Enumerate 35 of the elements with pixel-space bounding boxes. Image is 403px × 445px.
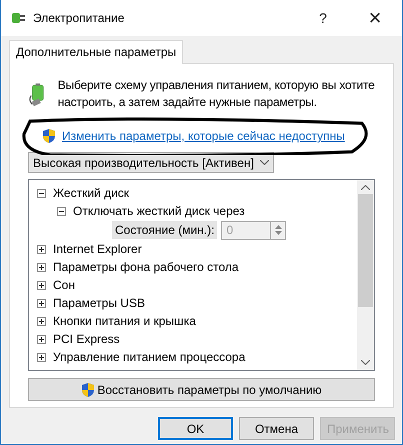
expand-icon[interactable] xyxy=(37,352,46,362)
expand-icon[interactable] xyxy=(37,298,46,308)
dialog-button[interactable]: OK xyxy=(158,417,233,440)
collapse-icon[interactable] xyxy=(57,206,66,216)
scrollbar[interactable] xyxy=(357,180,374,370)
tab[interactable]: Дополнительные параметры xyxy=(9,40,184,64)
power-plug-icon xyxy=(11,10,27,26)
expand-icon[interactable] xyxy=(37,316,46,326)
expand-icon[interactable] xyxy=(37,262,46,272)
tree-item[interactable]: Internet Explorer xyxy=(53,242,142,256)
setting-label: Состояние (мин.): xyxy=(112,221,218,239)
close-button[interactable]: × xyxy=(352,3,398,33)
tree-item[interactable]: Сон xyxy=(53,278,75,292)
intro-text: Выберите схему управления питанием, которую вы хотите настроить, а затем задайте нужные параметры. xyxy=(58,77,375,111)
power-plan-dropdown[interactable]: Высокая производительность [Активен] xyxy=(28,152,274,173)
tree-item[interactable]: Жесткий диск xyxy=(53,186,130,200)
scroll-down-icon[interactable] xyxy=(361,360,370,365)
shield-icon xyxy=(81,382,96,398)
dialog-button[interactable]: Отмена xyxy=(239,417,314,440)
window-title: Электропитание xyxy=(33,11,126,25)
tree-item[interactable]: PCI Express xyxy=(53,332,120,346)
tree-item[interactable]: Управление питанием процессора xyxy=(53,350,246,364)
restore-defaults-button[interactable]: Восстановить параметры по умолчанию xyxy=(28,378,375,401)
scroll-up-icon[interactable] xyxy=(361,185,370,190)
collapse-icon[interactable] xyxy=(37,188,46,198)
caret-icon xyxy=(260,160,269,165)
expand-icon[interactable] xyxy=(37,334,46,344)
tree-item[interactable]: Параметры USB xyxy=(53,296,145,310)
expand-icon[interactable] xyxy=(37,280,46,290)
tree-item[interactable]: Отключать жесткий диск через xyxy=(73,204,245,218)
tree-item[interactable]: Кнопки питания и крышка xyxy=(53,314,196,328)
expand-icon[interactable] xyxy=(37,244,46,254)
shield-icon xyxy=(42,128,56,144)
tree-item[interactable]: Параметры фона рабочего стола xyxy=(53,260,239,274)
help-button[interactable]: ? xyxy=(300,3,346,33)
